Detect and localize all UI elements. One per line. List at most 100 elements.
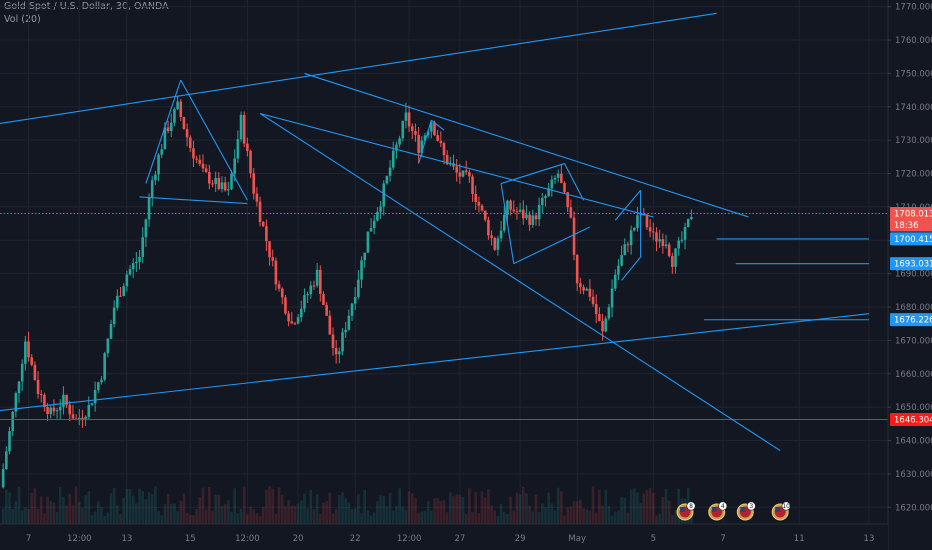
volume-bar	[493, 510, 497, 524]
candle-body	[135, 261, 138, 264]
candle-body	[176, 101, 179, 110]
volume-bar	[147, 492, 151, 524]
trendline-triangle-left	[145, 79, 182, 184]
volume-bar	[303, 493, 306, 524]
candle-body	[594, 304, 598, 315]
candle-body	[652, 231, 655, 233]
time-tick-label: May	[568, 534, 586, 544]
volume-bar	[360, 513, 363, 524]
candle-body	[572, 217, 576, 255]
candle-body	[677, 240, 680, 249]
candle-body	[471, 176, 474, 194]
volume-bar	[658, 513, 661, 524]
candle-body	[655, 232, 658, 242]
volume-bar	[306, 508, 309, 524]
volume-bar	[112, 488, 116, 524]
volume-bar	[11, 508, 14, 524]
candle-body	[157, 154, 160, 175]
volume-bar	[655, 515, 658, 524]
volume-bar	[350, 508, 354, 524]
volume-bar	[556, 487, 560, 524]
candle-body	[414, 131, 417, 135]
volume-bar	[455, 494, 458, 524]
candle-body	[360, 260, 363, 280]
volume-bar	[553, 510, 557, 524]
time-axis-bg	[0, 524, 888, 550]
volume-bar	[141, 491, 145, 524]
candle-body	[11, 411, 14, 432]
volume-bar	[81, 508, 84, 524]
price-chart[interactable]: 1620.000 1630.000 1640.000 1650.000 1660.000…	[0, 0, 932, 550]
candle-body	[417, 134, 420, 153]
candle-body	[528, 214, 531, 225]
volume-bar	[518, 494, 522, 524]
volume-bar	[109, 493, 113, 524]
time-tick-label: 15	[185, 534, 196, 544]
volume-bar	[376, 501, 379, 524]
event-count: 8	[689, 503, 693, 510]
volume-bar	[154, 486, 157, 524]
volume-bar	[528, 505, 531, 524]
volume-bar	[77, 501, 81, 524]
volume-bar	[14, 501, 18, 524]
candle-body	[388, 167, 392, 176]
candle-body	[553, 177, 557, 180]
candle-body	[382, 183, 386, 207]
volume-bar	[208, 487, 211, 524]
volume-bar	[122, 497, 125, 524]
candle-body	[287, 313, 290, 322]
candle-body	[468, 172, 471, 177]
volume-bar	[642, 493, 646, 524]
candle-body	[217, 177, 221, 190]
volume-bar	[39, 496, 43, 524]
candle-body	[144, 219, 148, 238]
volume-bar	[506, 513, 509, 524]
candle-body	[208, 172, 211, 184]
volume-bar	[404, 509, 408, 524]
candle-body	[490, 235, 493, 238]
candle-body	[220, 182, 224, 190]
event-count: 4	[721, 503, 725, 510]
volume-bar	[192, 515, 195, 524]
volume-bar	[135, 503, 138, 524]
volume-bar	[502, 511, 506, 524]
volume-bar	[579, 499, 582, 524]
price-tag-label: 1708.013	[894, 210, 932, 220]
trendlines[interactable]	[0, 12, 870, 452]
time-tick-label: 5	[651, 534, 656, 544]
volume-bar	[315, 494, 319, 524]
volume-bar	[379, 495, 382, 524]
volume-bar	[188, 515, 192, 524]
volume-bar	[490, 505, 493, 524]
candle-body	[306, 294, 309, 296]
volume-bar	[563, 515, 566, 524]
volume-bar	[103, 515, 106, 524]
candle-body	[185, 129, 189, 138]
volume-bar	[265, 489, 268, 524]
volume-bar	[534, 494, 538, 524]
candle-body	[588, 288, 592, 297]
candle-body	[58, 406, 62, 411]
candle-body	[404, 112, 408, 121]
volume-bar	[58, 486, 62, 524]
candle-body	[366, 231, 370, 253]
candle-body	[398, 138, 401, 145]
time-tick-label: 27	[454, 534, 465, 544]
candle-body	[227, 189, 230, 191]
candle-body	[391, 150, 395, 168]
volume-bar	[87, 491, 91, 524]
candle-body	[487, 219, 490, 236]
volume-bar	[417, 512, 420, 524]
event-markers[interactable]: 8 4 3 10	[676, 501, 791, 521]
volume-bar	[591, 486, 595, 524]
candle-body	[604, 318, 608, 332]
candle-body	[480, 205, 484, 211]
event-flag-canton	[740, 507, 746, 512]
candle-body	[439, 140, 443, 144]
candle-body	[493, 237, 497, 250]
price-axis[interactable]: 1620.000 1630.000 1640.000 1650.000 1660.000…	[887, 0, 932, 550]
time-tick-label: 12:00	[235, 534, 260, 544]
time-axis[interactable]: 7 12:00 13 15 12:00 20 22 12:00 27 29 May 5 7 11 13	[0, 523, 888, 550]
volume-bar	[423, 511, 427, 524]
volume-bar	[287, 500, 290, 524]
